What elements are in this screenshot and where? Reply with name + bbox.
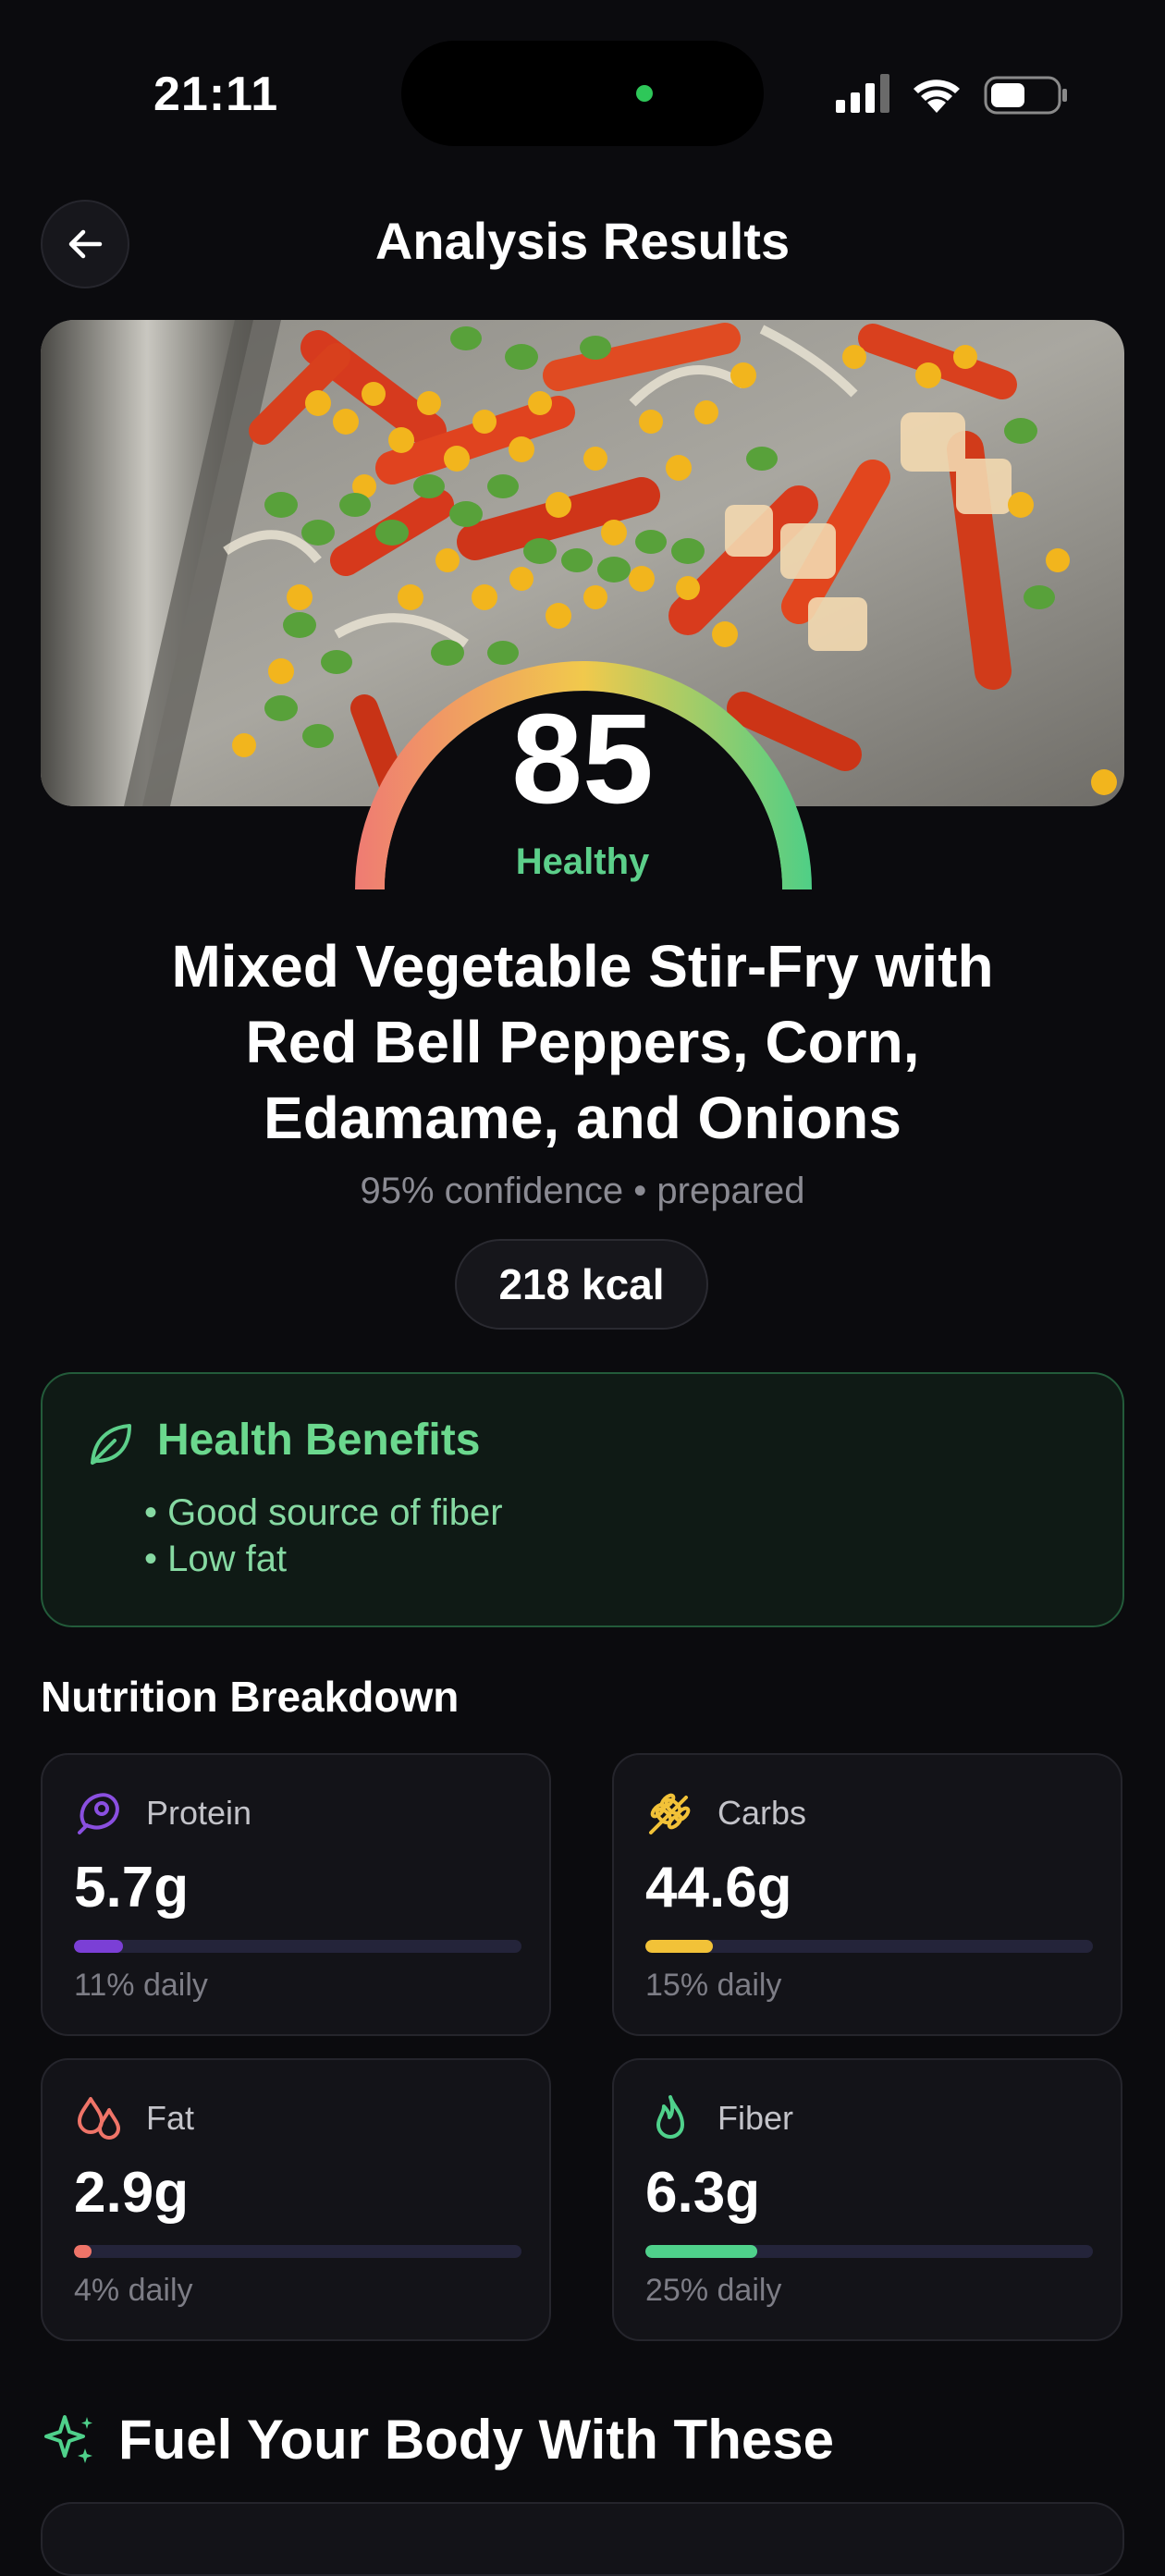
nutrient-progress-fill [645,2245,757,2258]
fuel-section-title: Fuel Your Body With These [118,2409,834,2471]
food-name-line: Mixed Vegetable Stir-Fry with [171,933,994,1000]
nutrient-progress-bar [645,1940,1093,1953]
benefit-item: • Good source of fiber [144,1492,503,1533]
wheat-icon [649,1793,691,1834]
flame-icon [656,2095,684,2139]
health-score-value: 85 [511,688,654,830]
food-name: Mixed Vegetable Stir-Fry with Red Bell P… [74,928,1091,1156]
camera-indicator [636,85,653,102]
nutrient-label: Protein [146,1794,252,1832]
benefit-item: • Low fat [144,1539,288,1579]
nutrient-label: Fat [146,2099,195,2137]
recommendation-card[interactable] [41,2502,1124,2576]
status-time: 21:11 [153,67,279,121]
nutrient-value: 5.7g [74,1856,190,1920]
calories-badge: 218 kcal [455,1239,708,1330]
nutrient-progress-fill [645,1940,713,1953]
nutrient-progress-bar [74,2245,521,2258]
leaf-icon [91,1424,131,1465]
confidence-meta: 95% confidence • prepared [360,1171,805,1211]
nutrient-daily: 4% daily [74,2273,193,2308]
nutrient-daily: 15% daily [645,1968,782,2003]
cellular-signal-icon [836,74,889,113]
nutrient-daily: 11% daily [74,1968,208,2003]
nutrient-progress-fill [74,1940,124,1953]
nutrient-value: 6.3g [645,2161,761,2225]
nutrient-progress-fill [74,2245,92,2258]
food-name-line: Edamame, and Onions [264,1085,901,1151]
nutrition-breakdown-title: Nutrition Breakdown [41,1673,460,1721]
wifi-icon [914,80,960,113]
dynamic-island [401,41,764,146]
droplets-icon [78,2097,120,2140]
health-score-label: Healthy [515,841,650,882]
status-icons [836,74,1067,115]
nutrient-label: Fiber [717,2099,794,2137]
nutrient-progress-bar [645,2245,1093,2258]
health-benefits-title: Health Benefits [157,1416,481,1465]
nutrient-daily: 25% daily [645,2273,782,2308]
battery-icon [984,76,1067,115]
nutrient-value: 2.9g [74,2161,190,2225]
nutrient-progress-bar [74,1940,521,1953]
nutrient-label: Carbs [717,1794,807,1832]
sparkles-icon [44,2415,92,2463]
food-name-line: Red Bell Peppers, Corn, [245,1009,920,1075]
nutrient-value: 44.6g [645,1856,792,1920]
meat-icon [78,1793,119,1834]
page-title: Analysis Results [374,212,791,270]
